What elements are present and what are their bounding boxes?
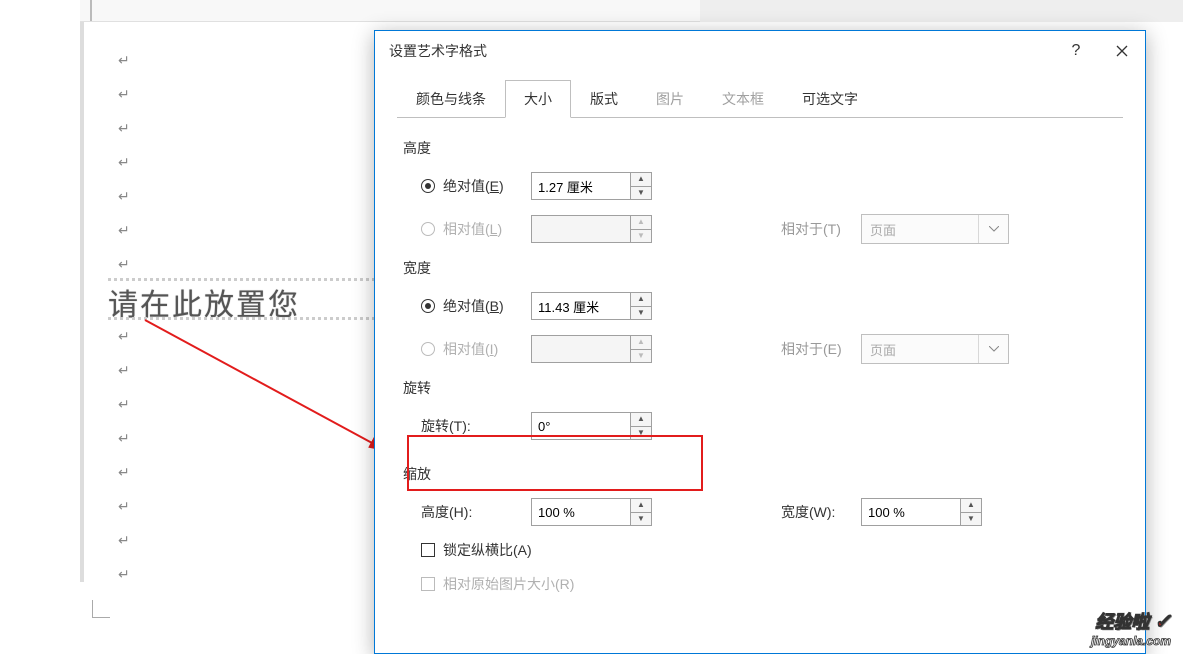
spinner-up: ▲ [631,216,651,229]
radio-width-relative[interactable]: 相对值(I) [421,339,531,359]
spinner-down[interactable]: ▼ [631,186,651,200]
relative-original-label: 相对原始图片大小(R) [443,574,574,594]
radio-height-relative-label: 相对值(L) [443,219,502,239]
scale-width-label: 宽度(W): [781,502,861,522]
help-button[interactable]: ? [1053,31,1099,71]
spinner-down[interactable]: ▼ [961,512,981,526]
radio-width-relative-label: 相对值(I) [443,339,498,359]
dialog-title: 设置艺术字格式 [389,43,487,59]
height-relative-to-label: 相对于(T) [781,219,861,239]
relative-original-checkbox: 相对原始图片大小(R) [421,574,574,594]
close-icon [1116,45,1128,57]
radio-width-absolute-label: 绝对值(B) [443,296,504,316]
scale-height-label: 高度(H): [421,502,531,522]
height-absolute-spinner[interactable]: ▲ ▼ [531,172,661,200]
dropdown-value: 页面 [862,340,978,359]
rotation-input[interactable] [531,412,631,440]
format-wordart-dialog: 设置艺术字格式 ? 颜色与线条 大小 版式 图片 文本框 可选文字 高度 绝对值… [374,30,1146,654]
scale-height-spinner[interactable]: ▲ ▼ [531,498,661,526]
dialog-titlebar[interactable]: 设置艺术字格式 ? [375,31,1145,71]
spinner-down[interactable]: ▼ [631,306,651,320]
chevron-down-icon [978,215,1008,243]
height-relative-input [531,215,631,243]
radio-width-absolute[interactable]: 绝对值(B) [421,296,531,316]
tab-picture: 图片 [637,80,703,118]
spinner-up: ▲ [631,336,651,349]
spinner-up[interactable]: ▲ [961,499,981,512]
radio-height-relative[interactable]: 相对值(L) [421,219,531,239]
scale-width-spinner[interactable]: ▲ ▼ [861,498,991,526]
dropdown-value: 页面 [862,220,978,239]
width-relative-input [531,335,631,363]
height-relative-to-dropdown: 页面 [861,214,1009,244]
scale-width-input[interactable] [861,498,961,526]
spinner-up[interactable]: ▲ [631,499,651,512]
chevron-down-icon [978,335,1008,363]
help-icon: ? [1072,31,1081,71]
section-scale-title: 缩放 [403,464,1117,484]
width-absolute-input[interactable] [531,292,631,320]
spinner-up[interactable]: ▲ [631,413,651,426]
width-relative-spinner: ▲ ▼ [531,335,661,363]
spinner-down: ▼ [631,349,651,363]
radio-height-absolute-label: 绝对值(E) [443,176,504,196]
tab-alt-text[interactable]: 可选文字 [783,80,877,118]
section-width-title: 宽度 [403,258,1117,278]
rotation-spinner[interactable]: ▲ ▼ [531,412,661,440]
height-absolute-input[interactable] [531,172,631,200]
selection-handle-bottom [108,317,380,320]
section-rotation-title: 旋转 [403,378,1117,398]
checkmark-icon: ✓ [1154,611,1171,633]
close-button[interactable] [1099,31,1145,71]
dialog-tabs: 颜色与线条 大小 版式 图片 文本框 可选文字 [397,79,1145,118]
scale-height-input[interactable] [531,498,631,526]
horizontal-ruler [80,0,700,22]
spinner-up[interactable]: ▲ [631,173,651,186]
spinner-down[interactable]: ▼ [631,426,651,440]
page-edge [80,22,84,582]
tab-colors-lines[interactable]: 颜色与线条 [397,80,505,118]
tab-size[interactable]: 大小 [505,80,571,118]
app-chrome-strip [700,0,1183,22]
section-height-title: 高度 [403,138,1117,158]
width-absolute-spinner[interactable]: ▲ ▼ [531,292,661,320]
radio-height-absolute[interactable]: 绝对值(E) [421,176,531,196]
page-corner-mark [92,600,110,618]
width-relative-to-dropdown: 页面 [861,334,1009,364]
tab-layout[interactable]: 版式 [571,80,637,118]
wordart-object[interactable]: 请在此放置您 [108,280,380,318]
width-relative-to-label: 相对于(E) [781,339,861,359]
tab-textbox: 文本框 [703,80,783,118]
spinner-up[interactable]: ▲ [631,293,651,306]
height-relative-spinner: ▲ ▼ [531,215,661,243]
spinner-down[interactable]: ▼ [631,512,651,526]
lock-aspect-checkbox[interactable]: 锁定纵横比(A) [421,540,532,560]
rotation-label: 旋转(T): [421,416,531,436]
tab-size-content: 高度 绝对值(E) ▲ ▼ 相对值(L) ▲ [375,118,1145,622]
selection-handle-top [108,278,380,281]
spinner-down: ▼ [631,229,651,243]
lock-aspect-label: 锁定纵横比(A) [443,540,532,560]
